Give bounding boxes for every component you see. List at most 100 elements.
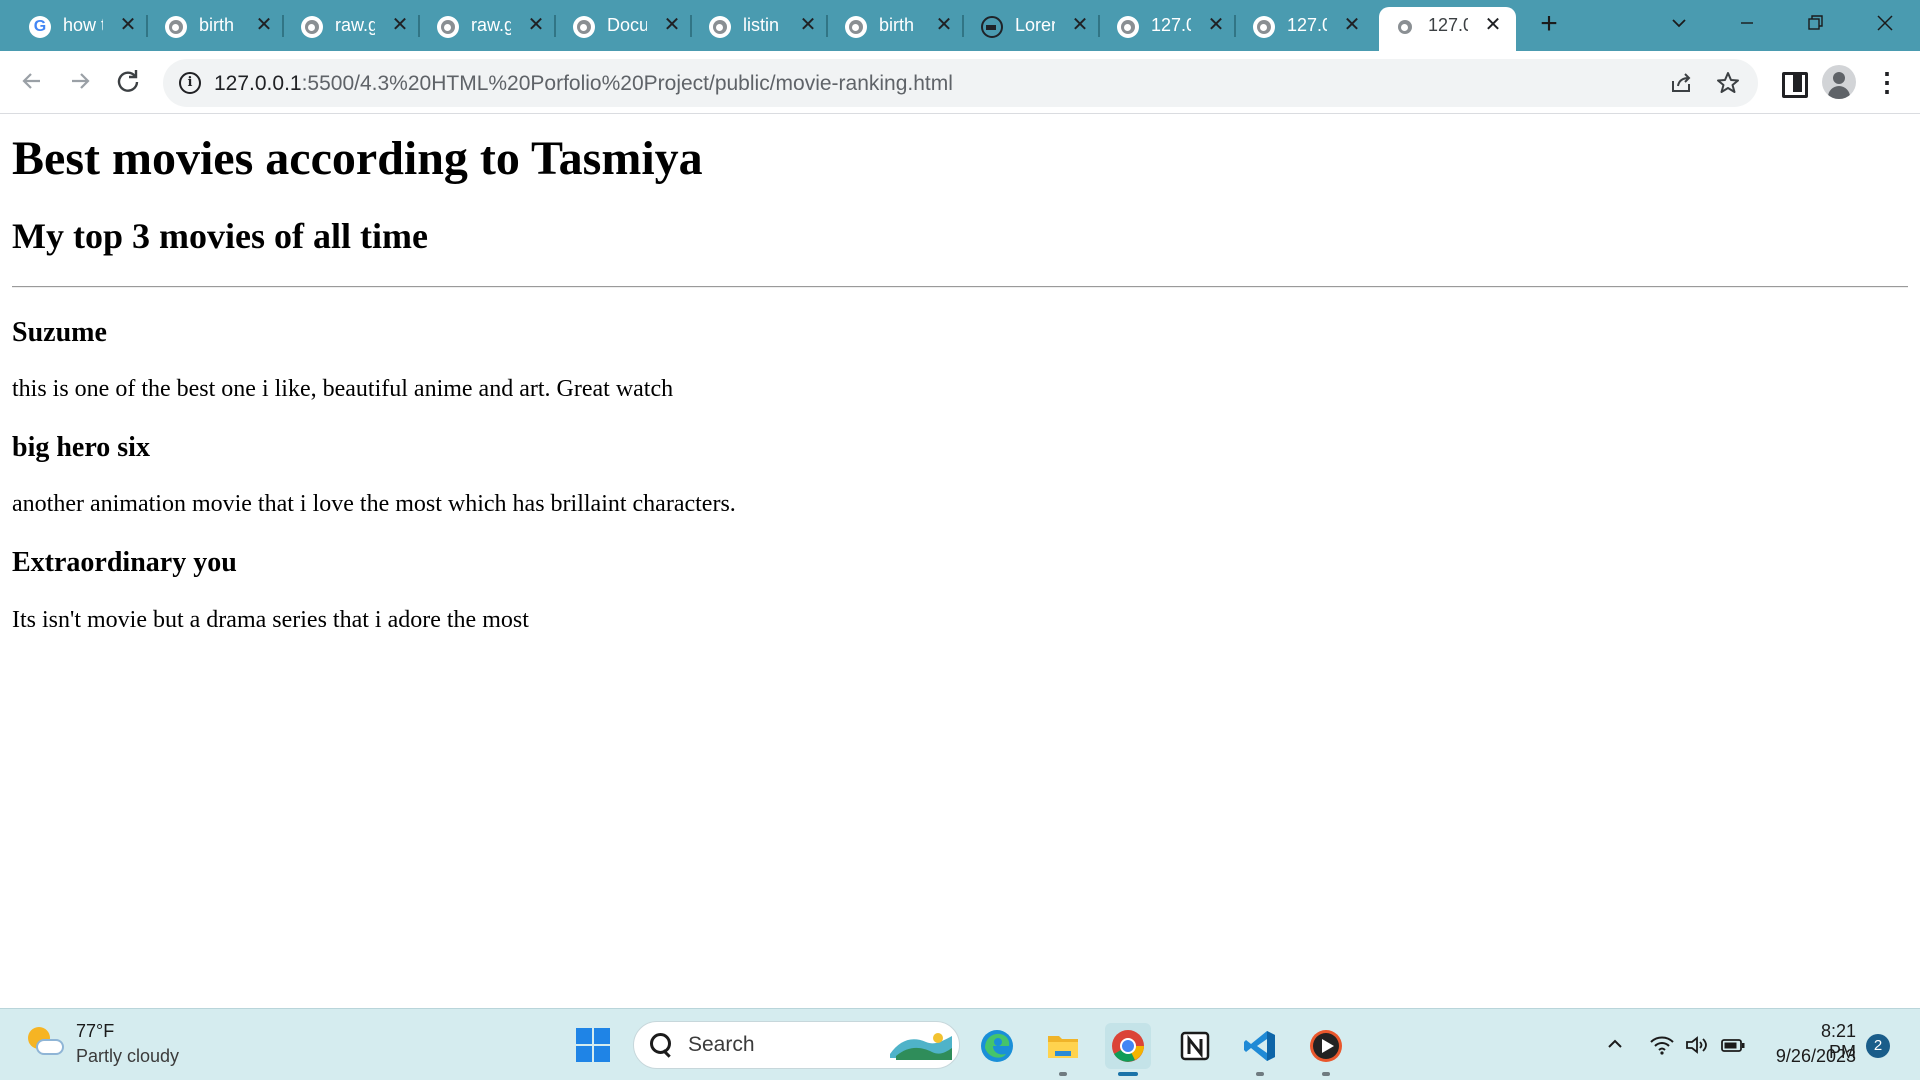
tab-close-icon[interactable]: ✕ [934,13,954,37]
tab-separator [282,15,284,37]
tab-title: how t [63,15,103,35]
restore-icon [1808,15,1823,30]
running-indicator [1256,1072,1264,1076]
tab-title: 127.0 [1428,15,1468,35]
more-menu-icon[interactable]: ⋮ [1872,67,1902,97]
tab[interactable]: Lorer ✕ [966,7,1100,45]
tab-separator [1234,15,1236,37]
tab[interactable]: birth ✕ [830,7,964,45]
windows-start-icon[interactable] [576,1028,612,1064]
globe-icon [165,16,187,38]
address-bar[interactable]: i 127.0.0.1:5500/4.3%20HTML%20Porfolio%2… [163,59,1758,107]
arrow-left-icon [22,73,40,89]
tab[interactable]: raw.g ✕ [422,7,556,45]
tab[interactable]: Docu ✕ [558,7,692,45]
tab[interactable]: how t ✕ [14,7,148,45]
forward-button[interactable] [62,63,98,99]
share-icon[interactable] [1667,69,1695,97]
media-player-icon [1310,1030,1342,1062]
browser-tab-strip: how t ✕ birth ✕ raw.g ✕ raw.g ✕ Docu ✕ l… [0,0,1920,51]
back-button[interactable] [14,63,50,99]
tab-separator [962,15,964,37]
reload-icon [117,70,139,92]
media-player-app-button[interactable] [1303,1023,1349,1076]
restore-button[interactable] [1798,6,1832,40]
running-indicator [1059,1072,1067,1076]
tab-separator [1098,15,1100,37]
cloud-shape [36,1039,64,1055]
minimize-icon [1741,22,1753,24]
tab[interactable]: birth ✕ [150,7,284,45]
start-tile [594,1028,610,1044]
movie-title: Suzume [12,317,107,348]
vscode-app-button[interactable] [1237,1023,1283,1076]
start-tile [576,1028,592,1044]
show-hidden-icons-chevron-up-icon[interactable] [1603,1029,1627,1059]
tab-close-icon[interactable]: ✕ [1342,13,1362,37]
tab-close-icon[interactable]: ✕ [1206,13,1226,37]
file-explorer-app-button[interactable] [1040,1023,1086,1076]
start-tile [594,1046,610,1062]
new-tab-button[interactable]: + [1535,9,1563,39]
tab[interactable]: 127.0 ✕ [1238,7,1368,45]
speaker-glyph [1686,1036,1707,1054]
tab-close-icon[interactable]: ✕ [1070,13,1090,37]
notion-app-button[interactable] [1172,1023,1218,1069]
tab-title: Lorer [1015,15,1055,35]
page-content: Best movies according to Tasmiya My top … [0,115,1920,1008]
bookmark-star-icon[interactable] [1714,69,1742,97]
weather-partly-cloudy-icon[interactable] [26,1023,66,1063]
tab-close-icon[interactable]: ✕ [798,13,818,37]
battery-icon[interactable] [1720,1033,1746,1057]
tab-search-button[interactable] [1662,6,1696,40]
chevron-up-glyph [1608,1039,1622,1048]
start-tile [576,1046,592,1062]
tab-title: raw.g [335,15,375,35]
running-indicator [1118,1072,1138,1076]
tab-title: 127.0 [1151,15,1191,35]
side-panel-icon[interactable] [1777,67,1808,98]
globe-icon [845,16,867,38]
url-host: 127.0.0.1 [214,72,302,95]
tab-close-icon[interactable]: ✕ [390,13,410,37]
tab-close-icon[interactable]: ✕ [526,13,546,37]
clock-date[interactable]: 9/26/2023 [1770,1046,1856,1067]
profile-avatar-icon[interactable] [1822,65,1856,99]
tab-close-icon[interactable]: ✕ [662,13,682,37]
volume-icon[interactable] [1684,1033,1710,1057]
tab-close-icon[interactable]: ✕ [254,13,274,37]
notification-count-badge[interactable]: 2 [1866,1034,1890,1058]
tab[interactable]: 127.0 ✕ [1102,7,1236,45]
running-indicator [1322,1072,1330,1076]
taskbar-search-box[interactable]: Search [633,1021,960,1069]
edge-app-button[interactable] [974,1023,1020,1069]
close-window-button[interactable] [1868,6,1902,40]
globe-icon [1117,16,1139,38]
tab-active[interactable]: 127.0 ✕ [1379,7,1516,51]
globe-icon [1394,16,1416,38]
weather-condition[interactable]: Partly cloudy [76,1046,179,1067]
wifi-icon[interactable] [1649,1033,1675,1057]
site-info-icon[interactable]: i [179,72,201,94]
page-title: Best movies according to Tasmiya [12,132,703,185]
taskbar: 77°F Partly cloudy Search 8:21 PM 9/26/2… [0,1008,1920,1080]
chrome-app-button[interactable] [1105,1023,1151,1076]
edge-icon [981,1030,1013,1062]
tab[interactable]: listin ✕ [694,7,828,45]
chrome-icon [1112,1030,1144,1062]
reload-button[interactable] [110,63,146,99]
tab-close-icon[interactable]: ✕ [1483,13,1503,37]
weather-temperature[interactable]: 77°F [76,1021,114,1042]
tab-title: Docu [607,15,647,35]
url-path: :5500/4.3%20HTML%20Porfolio%20Project/pu… [301,72,953,95]
globe-icon [1253,16,1275,38]
search-highlight-art-icon [890,1033,952,1060]
file-explorer-icon [1048,1036,1078,1058]
tab-close-icon[interactable]: ✕ [118,13,138,37]
tab-separator [418,15,420,37]
vscode-icon [1244,1031,1275,1061]
url-text[interactable]: 127.0.0.1:5500/4.3%20HTML%20Porfolio%20P… [214,72,953,96]
tab[interactable]: raw.g ✕ [286,7,420,45]
search-label: Search [688,1033,755,1056]
minimize-button[interactable] [1730,6,1764,40]
